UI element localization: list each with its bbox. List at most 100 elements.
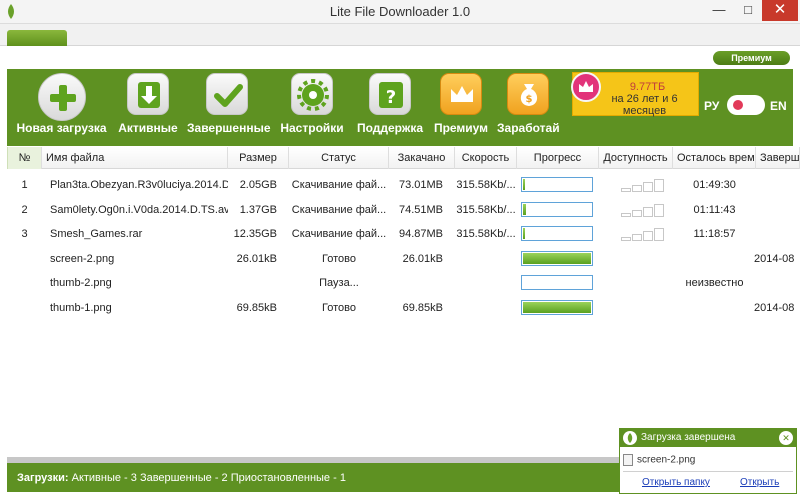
table-header: № Имя файла Размер Статус Закачано Скоро… (7, 147, 800, 169)
cell-size: 12.35GB (233, 228, 277, 240)
col-filename[interactable]: Имя файла (42, 147, 228, 169)
cell-status: Готово (322, 301, 356, 314)
premium-top-button[interactable]: Премиум (713, 51, 790, 65)
title-bar: Lite File Downloader 1.0 — □ ✕ (0, 0, 800, 24)
premium-label: Премиум (433, 121, 489, 135)
cell-speed (455, 296, 517, 320)
completed-button[interactable]: Завершенные (187, 73, 271, 135)
cell-completed (754, 271, 800, 295)
status-counts: Активные - 3 Завершенные - 2 Приостановл… (68, 472, 346, 484)
cell-downloaded: 69.85kB (402, 301, 443, 314)
notification-close-icon[interactable]: ✕ (779, 431, 793, 445)
col-size[interactable]: Размер (228, 147, 289, 169)
cell-downloaded: 26.01kB (402, 252, 443, 265)
premium-row: Премиум (0, 47, 800, 69)
support-button[interactable]: ? Поддержка (353, 73, 427, 135)
table-row[interactable]: thumb-2.png Пауза... неизвестно (7, 271, 800, 295)
table-row[interactable]: 2 Sam0lety.Og0n.i.V0da.2014.D.TS.avi 1.37G… (7, 198, 800, 222)
col-progress[interactable]: Прогресс (517, 147, 599, 169)
status-text: Загрузки: Активные - 3 Завершенные - 2 П… (17, 472, 346, 484)
cell-downloaded (389, 271, 443, 295)
col-number[interactable]: № (7, 147, 42, 169)
checkmark-icon (206, 73, 248, 115)
availability-step (654, 203, 664, 217)
active-label: Активные (118, 121, 178, 135)
progress-fill (523, 301, 591, 313)
new-download-button[interactable]: Новая загрузка (14, 73, 109, 135)
availability-step (621, 188, 631, 192)
cell-status: Скачивание фай... (291, 179, 387, 191)
toggle-knob (733, 100, 743, 110)
progress-bar (521, 275, 593, 290)
settings-label: Настройки (280, 121, 344, 135)
close-button[interactable]: ✕ (762, 0, 798, 21)
cell-num: 2 (21, 203, 28, 216)
progress-fill (523, 179, 525, 190)
availability-step (654, 228, 664, 241)
cell-name: thumb-2.png (50, 277, 112, 289)
col-availability[interactable]: Доступность (599, 147, 673, 169)
table-row[interactable]: screen-2.png 26.01kB Готово 26.01kB 2014-08 (7, 247, 800, 271)
cell-downloaded: 94.87MB (398, 228, 443, 240)
cell-size (228, 271, 277, 295)
cell-remaining (673, 247, 756, 271)
cell-num (7, 271, 42, 295)
progress-fill (523, 203, 526, 215)
new-download-label: Новая загрузка (16, 121, 107, 135)
cell-num: 3 (21, 228, 28, 240)
cell-size: 69.85kB (236, 301, 277, 314)
cell-speed (455, 271, 517, 295)
col-status[interactable]: Статус (289, 147, 389, 169)
progress-fill (523, 228, 525, 239)
crown-icon (440, 73, 482, 115)
open-folder-link[interactable]: Открыть папку (642, 477, 710, 488)
earn-label: Заработай (497, 121, 560, 135)
premium-button[interactable]: Премиум (431, 73, 491, 135)
availability-step (632, 185, 642, 192)
availability-step (621, 237, 631, 241)
completed-label: Завершенные (187, 121, 271, 135)
availability-step (632, 234, 642, 241)
open-file-link[interactable]: Открыть (740, 477, 779, 488)
table-row[interactable]: 1 Plan3ta.Obezyan.R3v0luciya.2014.D... 2.0… (7, 173, 800, 197)
promo-banner[interactable]: 9.77ТБ на 26 лет и 6 месяцев (571, 72, 699, 117)
cell-remaining: неизвестно (685, 277, 744, 289)
progress-bar (521, 201, 593, 217)
svg-text:$: $ (526, 94, 533, 105)
status-label: Загрузки: (17, 472, 69, 484)
active-button[interactable]: Активные (113, 73, 183, 135)
table-row[interactable]: 3 Smesh_Games.rar 12.35GB Скачивание фай...… (7, 222, 800, 246)
png-file-icon (623, 454, 633, 466)
progress-bar (521, 226, 593, 241)
maximize-button[interactable]: □ (735, 0, 761, 21)
availability-step (654, 179, 664, 192)
col-completed[interactable]: Заверш... (756, 147, 800, 169)
download-arrow-icon (127, 73, 169, 115)
col-speed[interactable]: Скорость (455, 147, 517, 169)
lang-en-label: EN (770, 99, 787, 113)
window-title: Lite File Downloader 1.0 (329, 4, 471, 19)
cell-name: Smesh_Games.rar (50, 228, 143, 240)
notification-divider (623, 471, 793, 472)
cell-status: Пауза... (319, 277, 359, 289)
lang-toggle[interactable] (727, 95, 765, 115)
cell-remaining (673, 296, 756, 320)
money-bag-icon: $ (507, 73, 549, 115)
cell-completed (754, 198, 800, 222)
cell-speed (455, 247, 517, 271)
cell-downloaded: 73.01MB (398, 179, 443, 191)
settings-button[interactable]: Настройки (277, 73, 347, 135)
col-downloaded[interactable]: Закачано (389, 147, 455, 169)
availability-step (643, 206, 653, 217)
tab-main[interactable] (7, 30, 67, 46)
lang-ru-label: РУ (704, 99, 720, 113)
col-remaining[interactable]: Осталось времени (673, 147, 756, 169)
cell-size: 2.05GB (239, 179, 277, 191)
svg-text:?: ? (386, 87, 396, 108)
table-row[interactable]: thumb-1.png 69.85kB Готово 69.85kB 2014-08 (7, 296, 800, 320)
minimize-button[interactable]: — (706, 0, 732, 21)
cell-name: Sam0lety.Og0n.i.V0da.2014.D.TS.avi (50, 203, 228, 216)
earn-button[interactable]: $ Заработай (497, 73, 560, 135)
cell-num (7, 247, 42, 271)
availability-step (643, 182, 653, 192)
